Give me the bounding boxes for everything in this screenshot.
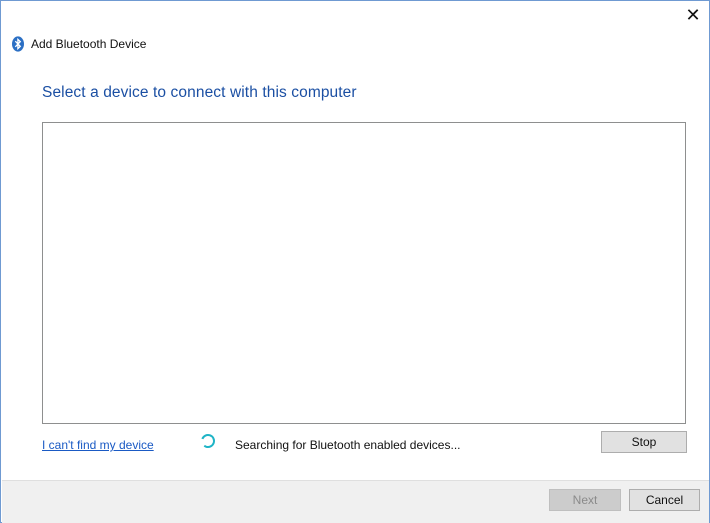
page-heading: Select a device to connect with this com… [42, 84, 357, 101]
dialog-title: Add Bluetooth Device [31, 37, 147, 51]
close-icon: ✕ [685, 5, 701, 25]
spinner-icon [201, 434, 215, 448]
stop-button[interactable]: Stop [601, 431, 687, 453]
dialog-window: ✕ Add Bluetooth Device Select a device t… [0, 0, 710, 523]
bluetooth-icon [12, 36, 24, 52]
device-list[interactable] [42, 122, 686, 424]
search-status: Searching for Bluetooth enabled devices.… [235, 438, 461, 452]
cant-find-device-link[interactable]: I can't find my device [42, 438, 154, 452]
cancel-button[interactable]: Cancel [629, 489, 700, 511]
close-button[interactable]: ✕ [683, 5, 703, 25]
title-bar: Add Bluetooth Device [11, 35, 146, 53]
next-button[interactable]: Next [549, 489, 621, 511]
